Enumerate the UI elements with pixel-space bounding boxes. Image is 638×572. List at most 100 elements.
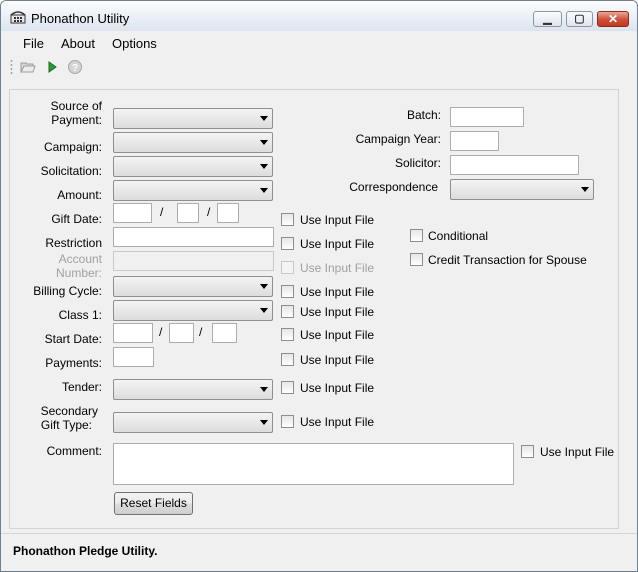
account-number-label-line2: Number: [55, 266, 102, 280]
telephone-icon [10, 11, 26, 24]
tender-use-input-file-label[interactable]: Use Input File [300, 381, 374, 395]
start-date-label: Start Date: [44, 332, 102, 346]
class1-combo[interactable] [113, 300, 273, 321]
batch-input[interactable] [450, 107, 524, 127]
campaign-label: Campaign: [43, 140, 102, 154]
conditional-label[interactable]: Conditional [428, 229, 488, 243]
comment-label: Comment: [46, 444, 102, 458]
date-separator: / [199, 325, 203, 339]
start-date-month[interactable] [113, 323, 153, 343]
help-icon[interactable]: ? [67, 59, 83, 75]
secondary-gift-type-use-input-file-label[interactable]: Use Input File [300, 415, 374, 429]
toolbar-grip[interactable] [10, 59, 13, 75]
campaign-year-label: Campaign Year: [355, 132, 441, 146]
amount-label: Amount: [57, 188, 102, 202]
menu-about[interactable]: About [61, 36, 95, 51]
comment-use-input-file-label[interactable]: Use Input File [540, 445, 614, 459]
amount-combo[interactable] [113, 180, 273, 201]
account-number-label-line1: Account [58, 252, 102, 266]
maximize-button[interactable]: ▢ [566, 11, 593, 27]
billing-cycle-label: Billing Cycle: [33, 284, 102, 298]
solicitation-combo[interactable] [113, 156, 273, 177]
chevron-down-icon [260, 140, 268, 145]
chevron-down-icon [260, 284, 268, 289]
billing-cycle-combo[interactable] [113, 276, 273, 297]
restriction-use-input-file-checkbox[interactable] [281, 237, 294, 250]
main-window: Phonathon Utility ▁ ▢ ✕ File About Optio… [0, 0, 638, 572]
run-icon[interactable] [44, 59, 60, 75]
restriction-label: Restriction [45, 236, 102, 250]
start-date-use-input-file-label[interactable]: Use Input File [300, 328, 374, 342]
chevron-down-icon [260, 164, 268, 169]
restriction-use-input-file-label[interactable]: Use Input File [300, 237, 374, 251]
minimize-icon: ▁ [543, 13, 552, 25]
gift-date-use-input-file-checkbox[interactable] [281, 213, 294, 226]
maximize-icon: ▢ [574, 13, 585, 25]
close-button[interactable]: ✕ [597, 11, 629, 27]
secondary-gift-type-label-line2: Gift Type: [40, 418, 92, 432]
correspondence-label: Correspondence [349, 180, 438, 194]
class1-use-input-file-checkbox[interactable] [281, 305, 294, 318]
chevron-down-icon [260, 420, 268, 425]
tender-combo[interactable] [113, 379, 273, 400]
chevron-down-icon [260, 308, 268, 313]
gift-date-label: Gift Date: [51, 212, 102, 226]
close-icon: ✕ [607, 12, 619, 26]
account-number-use-input-file-checkbox [281, 261, 294, 274]
source-of-payment-combo[interactable] [113, 108, 273, 129]
payments-input[interactable] [113, 347, 154, 367]
campaign-combo[interactable] [113, 132, 273, 153]
account-number-use-input-file-label: Use Input File [300, 261, 375, 275]
solicitation-label: Solicitation: [40, 164, 102, 178]
conditional-checkbox[interactable] [410, 229, 423, 242]
billing-cycle-use-input-file-checkbox[interactable] [281, 285, 294, 298]
open-folder-icon[interactable] [20, 59, 36, 75]
window-title: Phonathon Utility [31, 11, 130, 26]
title-bar[interactable]: Phonathon Utility ▁ ▢ ✕ [1, 1, 637, 31]
chevron-down-icon [260, 188, 268, 193]
start-date-use-input-file-checkbox[interactable] [281, 328, 294, 341]
tender-label: Tender: [61, 380, 102, 394]
secondary-gift-type-use-input-file-checkbox[interactable] [281, 415, 294, 428]
date-separator: / [159, 325, 163, 339]
chevron-down-icon [260, 116, 268, 121]
billing-cycle-use-input-file-label[interactable]: Use Input File [300, 285, 374, 299]
date-separator: / [207, 205, 211, 219]
gift-date-use-input-file-label[interactable]: Use Input File [300, 213, 374, 227]
form-panel: Source of Payment: Campaign: Solicitatio… [9, 89, 619, 529]
menu-options[interactable]: Options [112, 36, 157, 51]
credit-spouse-checkbox[interactable] [410, 253, 423, 266]
minimize-button[interactable]: ▁ [533, 11, 562, 27]
chevron-down-icon [581, 187, 589, 192]
restriction-input[interactable] [113, 227, 274, 247]
payments-use-input-file-label[interactable]: Use Input File [300, 353, 374, 367]
tender-use-input-file-checkbox[interactable] [281, 381, 294, 394]
gift-date-day[interactable] [177, 203, 199, 223]
start-date-day[interactable] [169, 323, 194, 343]
secondary-gift-type-combo[interactable] [113, 412, 273, 433]
solicitor-input[interactable] [450, 155, 579, 175]
menu-file[interactable]: File [23, 36, 44, 51]
comment-textarea[interactable] [113, 443, 514, 485]
chevron-down-icon [260, 387, 268, 392]
status-text: Phonathon Pledge Utility. [13, 544, 158, 558]
class1-use-input-file-label[interactable]: Use Input File [300, 305, 374, 319]
start-date-year[interactable] [212, 323, 237, 343]
solicitor-label: Solicitor: [394, 156, 441, 170]
payments-label: Payments: [45, 356, 102, 370]
toolbar: ? [1, 54, 637, 80]
correspondence-combo[interactable] [450, 179, 594, 200]
status-bar: Phonathon Pledge Utility. [1, 533, 637, 571]
secondary-gift-type-label-line1: Secondary [40, 404, 98, 418]
gift-date-month[interactable] [113, 203, 152, 223]
credit-spouse-label[interactable]: Credit Transaction for Spouse [428, 253, 587, 267]
date-separator: / [160, 205, 164, 219]
campaign-year-input[interactable] [450, 131, 499, 151]
menu-bar: File About Options [1, 31, 637, 53]
gift-date-year[interactable] [217, 203, 239, 223]
payments-use-input-file-checkbox[interactable] [281, 353, 294, 366]
batch-label: Batch: [406, 108, 441, 122]
comment-use-input-file-checkbox[interactable] [521, 445, 534, 458]
class1-label: Class 1: [58, 308, 102, 322]
reset-fields-button[interactable]: Reset Fields [114, 492, 193, 515]
